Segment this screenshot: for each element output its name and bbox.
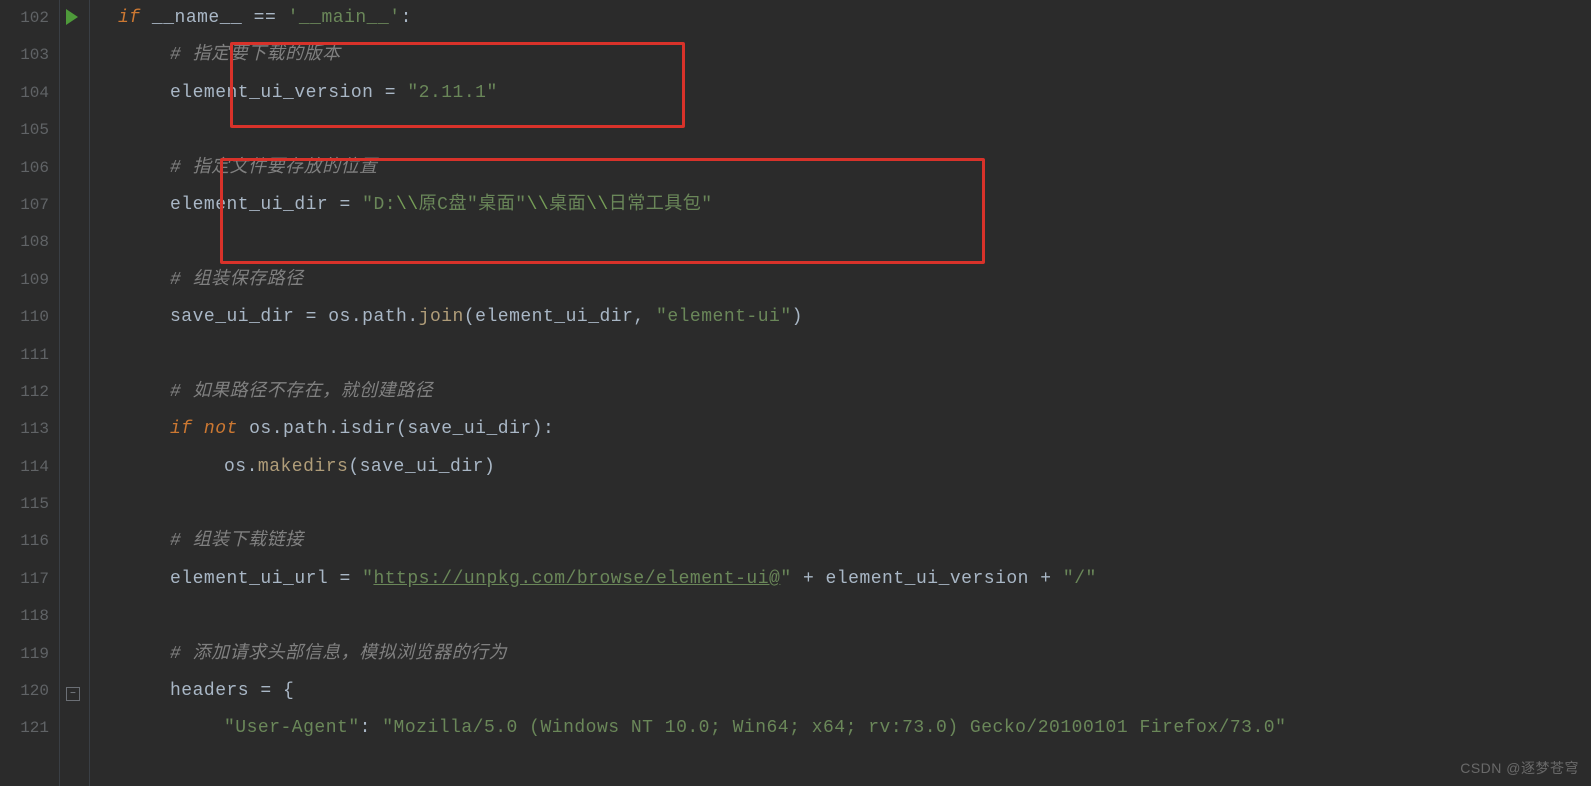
comment: # 如果路径不存在，就创建路径 [170, 382, 433, 402]
code-line[interactable]: # 指定文件要存放的位置 [100, 150, 1591, 187]
keyword-if: if [118, 8, 141, 28]
line-number: 113 [0, 411, 59, 448]
keyword-if: if [170, 419, 204, 439]
line-number: 120 [0, 673, 59, 710]
line-number: 114 [0, 449, 59, 486]
identifier: element_ui_url [170, 569, 328, 589]
line-number: 115 [0, 486, 59, 523]
code-line[interactable]: save_ui_dir = os.path.join(element_ui_di… [100, 299, 1591, 336]
line-number: 119 [0, 636, 59, 673]
string-literal: "2.11.1" [407, 83, 497, 103]
code-line[interactable] [100, 486, 1591, 523]
line-number: 121 [0, 710, 59, 747]
line-number: 104 [0, 75, 59, 112]
string-literal: "D:\\原C盘"桌面"\\桌面\\日常工具包" [362, 195, 712, 215]
code-line[interactable]: element_ui_version = "2.11.1" [100, 75, 1591, 112]
string-key: "User-Agent" [224, 718, 360, 738]
code-line[interactable]: element_ui_dir = "D:\\原C盘"桌面"\\桌面\\日常工具包… [100, 187, 1591, 224]
string-literal: "Mozilla/5.0 (Windows NT 10.0; Win64; x6… [382, 718, 1286, 738]
line-number: 116 [0, 523, 59, 560]
line-number: 108 [0, 224, 59, 261]
code-line[interactable]: # 指定要下载的版本 [100, 37, 1591, 74]
string-literal: "/" [1063, 569, 1097, 589]
comment: # 指定要下载的版本 [170, 45, 341, 65]
code-line[interactable] [100, 224, 1591, 261]
line-number: 105 [0, 112, 59, 149]
code-line[interactable] [100, 598, 1591, 635]
code-line[interactable]: if not os.path.isdir(save_ui_dir): [100, 411, 1591, 448]
string-literal: "element-ui" [656, 307, 792, 327]
line-number: 102 [0, 0, 59, 37]
code-line[interactable]: # 组装下载链接 [100, 523, 1591, 560]
code-line[interactable]: "User-Agent": "Mozilla/5.0 (Windows NT 1… [100, 710, 1591, 747]
comment: # 组装下载链接 [170, 531, 304, 551]
identifier: element_ui_version [170, 83, 373, 103]
fold-icon[interactable]: − [66, 687, 80, 701]
code-line[interactable]: # 组装保存路径 [100, 262, 1591, 299]
line-number: 107 [0, 187, 59, 224]
line-number-gutter: 1021031041051061071081091101111121131141… [0, 0, 60, 786]
code-line[interactable] [100, 112, 1591, 149]
comment: # 组装保存路径 [170, 270, 304, 290]
line-number: 109 [0, 262, 59, 299]
line-number: 103 [0, 37, 59, 74]
code-line[interactable]: element_ui_url = "https://unpkg.com/brow… [100, 561, 1591, 598]
code-line[interactable] [100, 337, 1591, 374]
code-line[interactable]: # 添加请求头部信息，模拟浏览器的行为 [100, 636, 1591, 673]
function-call: makedirs [258, 457, 348, 477]
line-number: 111 [0, 337, 59, 374]
function-call: join [419, 307, 464, 327]
code-editor: 1021031041051061071081091101111121131141… [0, 0, 1591, 786]
string-url: https://unpkg.com/browse/element-ui@ [373, 569, 780, 589]
code-area[interactable]: if __name__ == '__main__': # 指定要下载的版本 el… [90, 0, 1591, 786]
identifier: element_ui_dir [170, 195, 328, 215]
comment: # 添加请求头部信息，模拟浏览器的行为 [170, 644, 507, 664]
keyword-not: not [204, 419, 249, 439]
run-icon[interactable] [66, 9, 78, 25]
line-number: 110 [0, 299, 59, 336]
line-number: 117 [0, 561, 59, 598]
line-number: 106 [0, 150, 59, 187]
comment: # 指定文件要存放的位置 [170, 158, 378, 178]
string-literal: '__main__' [288, 8, 401, 28]
line-number: 112 [0, 374, 59, 411]
code-line[interactable]: headers = { [100, 673, 1591, 710]
code-line[interactable]: os.makedirs(save_ui_dir) [100, 449, 1591, 486]
identifier: __name__ [152, 8, 242, 28]
code-line[interactable]: # 如果路径不存在，就创建路径 [100, 374, 1591, 411]
identifier: headers [170, 681, 249, 701]
code-line[interactable]: if __name__ == '__main__': [100, 0, 1591, 37]
line-number: 118 [0, 598, 59, 635]
icon-gutter: − [60, 0, 90, 786]
